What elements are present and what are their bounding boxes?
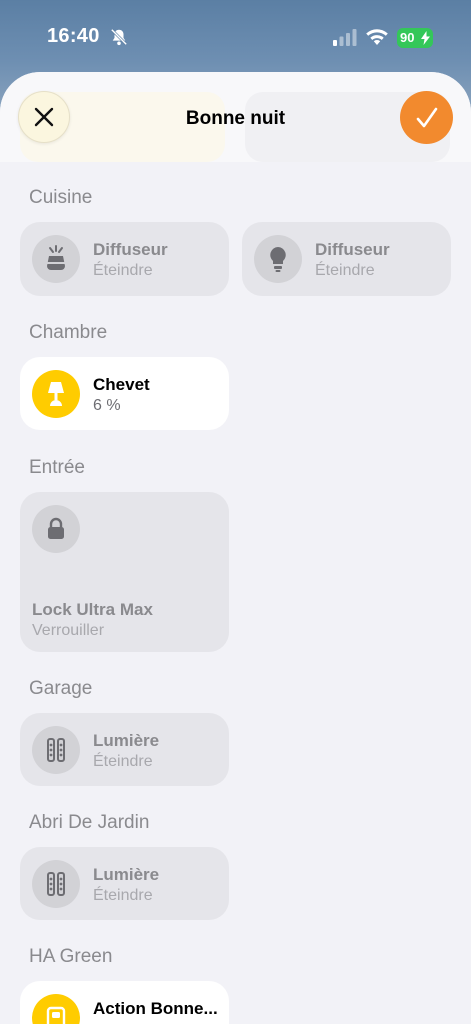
scene-editor-sheet: Bonne nuit Cuisine Diffuseur Éteindre Di…	[0, 72, 471, 1024]
status-bar: 16:40 90	[0, 0, 471, 72]
sheet-header: Bonne nuit	[0, 72, 471, 162]
tile-name: Diffuseur	[93, 240, 168, 259]
accessory-tile[interactable]: Lock Ultra Max Verrouiller	[20, 492, 229, 652]
tile-name: Lock Ultra Max	[32, 600, 153, 619]
lightbulb-icon	[270, 247, 286, 272]
diffuser-icon	[47, 245, 65, 270]
section-label-chambre: Chambre	[29, 322, 108, 343]
tile-state: Éteindre	[93, 753, 153, 770]
light-strip-icon	[47, 872, 65, 896]
tile-state: Éteindre	[315, 262, 375, 279]
confirm-button[interactable]	[400, 91, 453, 144]
table-lamp-icon	[48, 382, 64, 406]
accessory-tile[interactable]: Lumière Éteindre	[20, 713, 229, 786]
accessory-tile[interactable]: Action Bonne...	[20, 981, 229, 1024]
accessory-tile[interactable]: Diffuseur Éteindre	[20, 222, 229, 296]
switch-icon	[46, 1006, 66, 1024]
tile-state: Éteindre	[93, 262, 153, 279]
bell-slash-icon	[110, 28, 128, 46]
cellular-signal-icon	[333, 29, 357, 46]
tile-name: Lumière	[93, 865, 160, 884]
accessory-tile[interactable]: Chevet 6 %	[20, 357, 229, 430]
accessory-tile[interactable]: Diffuseur Éteindre	[242, 222, 451, 296]
accessory-tile[interactable]: Lumière Éteindre	[20, 847, 229, 920]
section-label-entree: Entrée	[29, 457, 85, 478]
wifi-icon	[366, 29, 388, 45]
tile-state: Verrouiller	[32, 622, 105, 639]
battery-indicator: 90	[397, 28, 433, 48]
tile-name: Diffuseur	[315, 240, 390, 259]
tile-name: Chevet	[93, 375, 150, 394]
lock-icon	[48, 517, 64, 539]
section-label-abri-de-jardin: Abri De Jardin	[29, 812, 150, 833]
tile-state: 6 %	[93, 397, 121, 414]
tile-name: Action Bonne...	[93, 999, 218, 1018]
light-strip-icon	[47, 738, 65, 762]
section-label-cuisine: Cuisine	[29, 187, 93, 208]
status-time: 16:40	[47, 25, 100, 47]
charging-bolt-icon	[421, 31, 430, 45]
tile-name: Lumière	[93, 731, 160, 750]
battery-level: 90	[400, 30, 415, 45]
section-label-ha-green: HA Green	[29, 946, 113, 967]
section-label-garage: Garage	[29, 678, 93, 699]
tile-state: Éteindre	[93, 887, 153, 904]
checkmark-icon	[416, 107, 437, 127]
